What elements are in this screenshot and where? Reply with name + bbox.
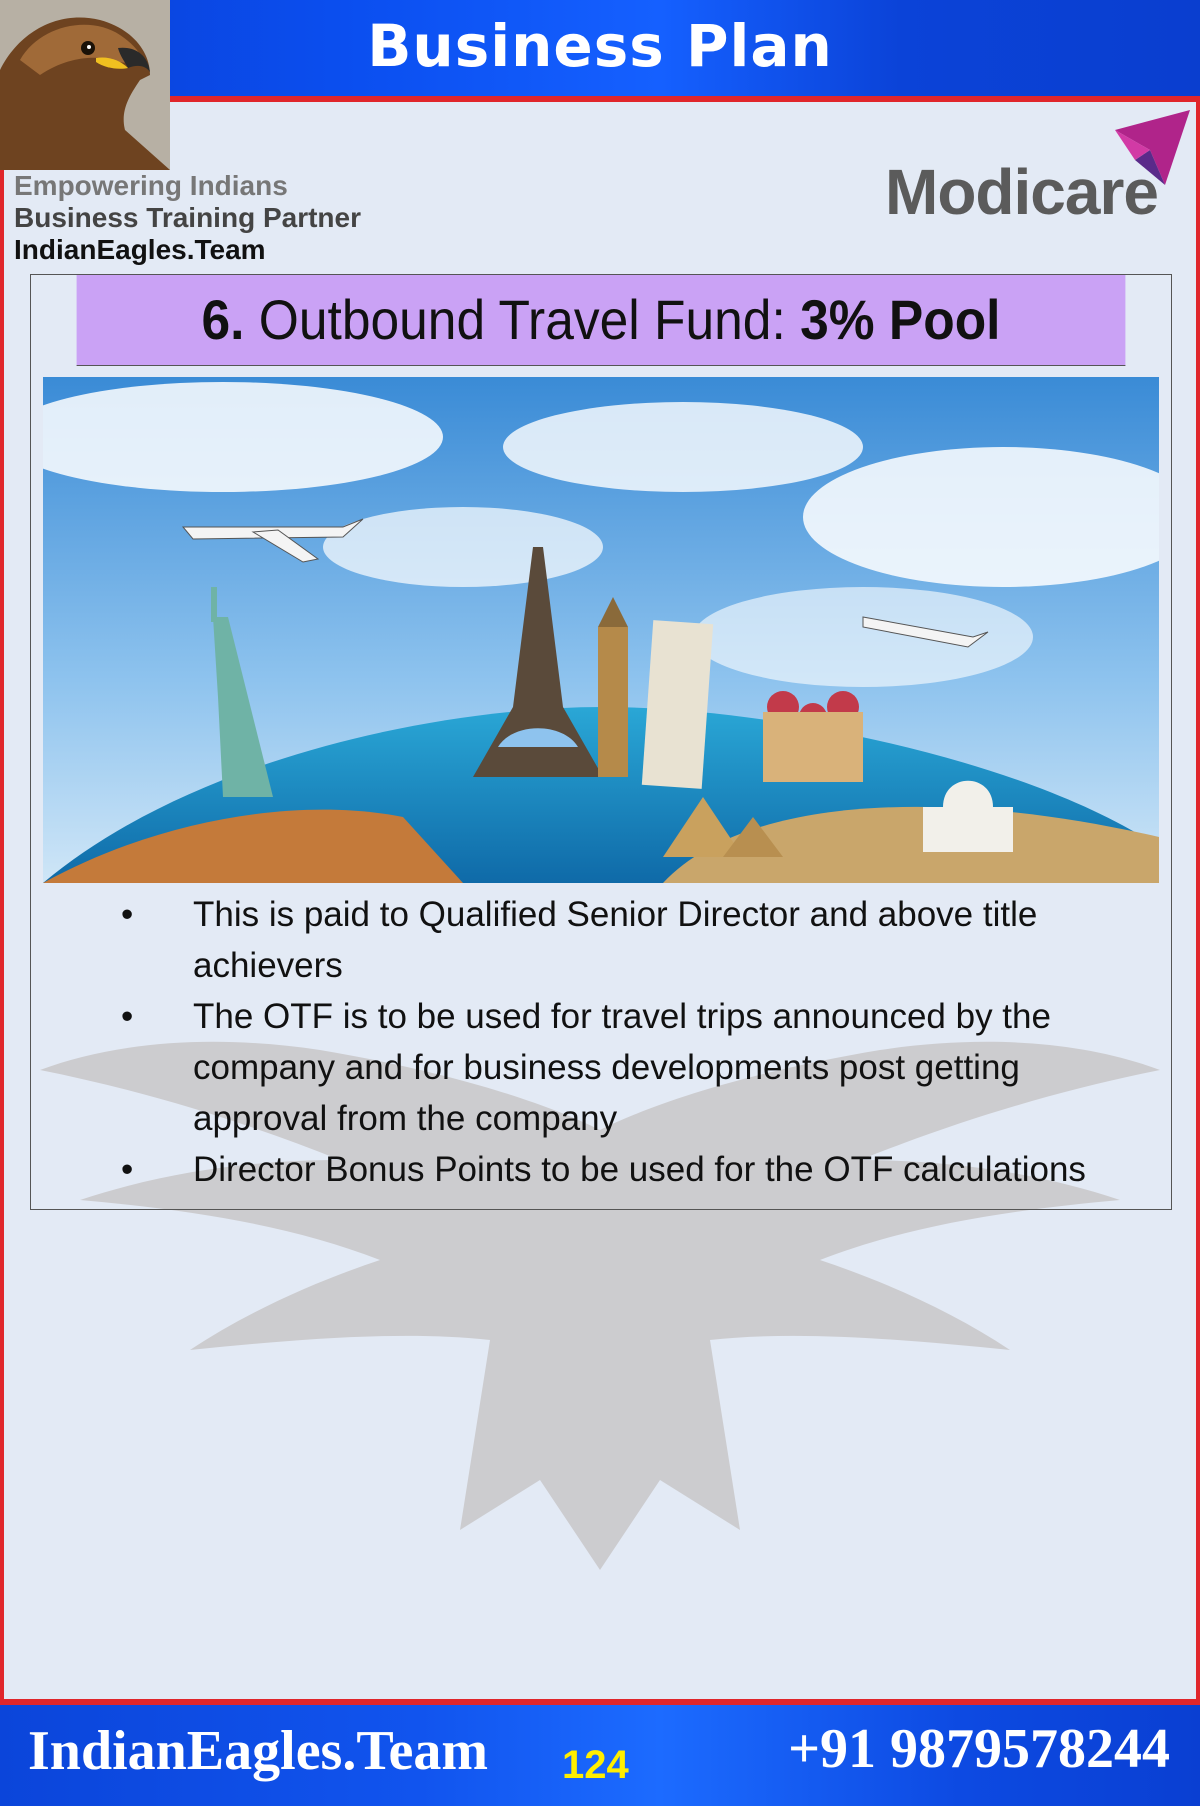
footer-bar: IndianEagles.Team 124 +91 9879578244	[0, 1699, 1200, 1806]
content-box: 6. Outbound Travel Fund: 3% Pool • This …	[30, 274, 1172, 1210]
header-bar: Business Plan	[0, 0, 1200, 102]
page-number: 124	[562, 1743, 629, 1787]
page-title: Business Plan	[367, 12, 833, 80]
slide-title-bold: 3% Pool	[800, 288, 1001, 351]
page: Business Plan Empowering Indians Busines…	[0, 0, 1200, 1806]
bullet-text: Director Bonus Points to be used for the…	[193, 1150, 1086, 1189]
list-item: • This is paid to Qualified Senior Direc…	[31, 889, 1171, 991]
slide-title-main: Outbound Travel Fund:	[258, 288, 786, 351]
branding-line-1: Empowering Indians	[14, 170, 288, 201]
footer-site: IndianEagles.Team	[28, 1720, 489, 1782]
bullet-icon: •	[121, 895, 134, 934]
bullet-text: This is paid to Qualified Senior Directo…	[193, 895, 1038, 985]
list-item: • The OTF is to be used for travel trips…	[31, 991, 1171, 1144]
modicare-logo-icon	[1115, 110, 1190, 185]
slide-title-number: 6.	[201, 288, 245, 351]
eagle-photo	[0, 0, 170, 170]
modicare-logo: Modicare	[885, 110, 1190, 229]
slide-title: 6. Outbound Travel Fund: 3% Pool	[76, 275, 1126, 366]
travel-landmarks-image	[43, 377, 1159, 883]
bullet-icon: •	[121, 997, 134, 1036]
list-item: • Director Bonus Points to be used for t…	[31, 1144, 1171, 1195]
footer-phone: +91 9879578244	[788, 1718, 1170, 1780]
right-border	[1196, 96, 1200, 1701]
left-border	[0, 96, 4, 1701]
branding-block: Empowering Indians Business Training Par…	[14, 170, 361, 266]
bullet-icon: •	[121, 1150, 134, 1189]
branding-line-2: Business Training Partner	[14, 202, 361, 233]
bullet-list: • This is paid to Qualified Senior Direc…	[31, 889, 1171, 1195]
branding-line-3: IndianEagles.Team	[14, 234, 266, 265]
bullet-text: The OTF is to be used for travel trips a…	[193, 997, 1051, 1138]
